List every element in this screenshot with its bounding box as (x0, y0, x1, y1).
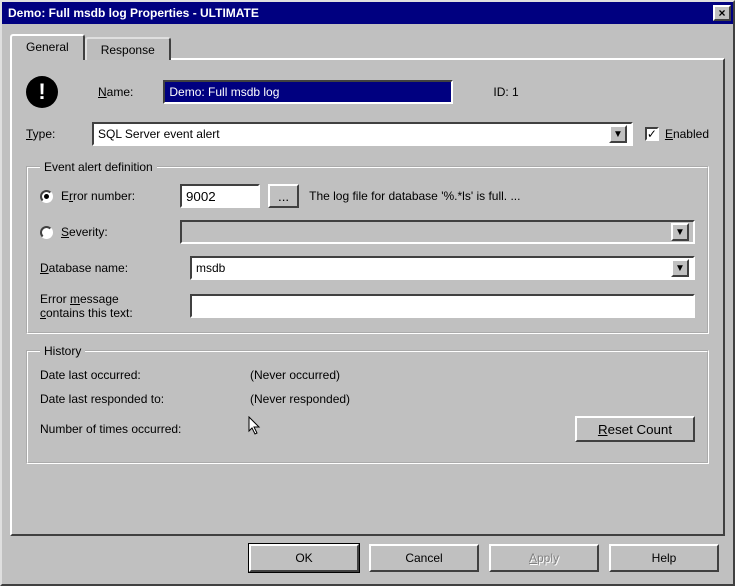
alert-icon: ! (26, 76, 58, 108)
tab-response[interactable]: Response (85, 37, 171, 60)
cancel-button[interactable]: Cancel (369, 544, 479, 572)
database-name-label: Database name: (40, 261, 190, 275)
date-last-occurred-label: Date last occurred: (40, 368, 250, 382)
event-alert-definition-legend: Event alert definition (40, 160, 157, 174)
titlebar: Demo: Full msdb log Properties - ULTIMAT… (2, 2, 733, 24)
date-last-responded-value: (Never responded) (250, 392, 350, 406)
chevron-down-icon[interactable]: ▼ (609, 125, 627, 143)
apply-button: Apply (489, 544, 599, 572)
database-name-combobox[interactable]: msdb ▼ (190, 256, 695, 280)
error-message-contains-input[interactable] (190, 294, 695, 318)
chevron-down-icon: ▼ (671, 223, 689, 241)
severity-radio-row: Severity: (40, 225, 180, 239)
close-button[interactable]: × (713, 5, 731, 21)
cursor-icon (250, 420, 264, 438)
severity-radio[interactable] (40, 226, 53, 239)
database-name-value: msdb (196, 261, 225, 275)
ok-button[interactable]: OK (249, 544, 359, 572)
error-message-contains-label: Error message contains this text: (40, 292, 190, 320)
tabs: General Response (10, 34, 725, 60)
type-value: SQL Server event alert (98, 127, 220, 141)
id-label: ID: 1 (493, 85, 518, 99)
error-number-browse-button[interactable]: ... (268, 184, 299, 208)
window-title: Demo: Full msdb log Properties - ULTIMAT… (8, 6, 713, 20)
help-button[interactable]: Help (609, 544, 719, 572)
severity-label: Severity: (61, 225, 108, 239)
tab-panel-general: ! Name: Demo: Full msdb log ID: 1 Type: … (10, 58, 725, 536)
name-input[interactable]: Demo: Full msdb log (163, 80, 453, 104)
chevron-down-icon[interactable]: ▼ (671, 259, 689, 277)
enabled-checkbox[interactable]: ✓ (645, 127, 659, 141)
date-last-responded-label: Date last responded to: (40, 392, 250, 406)
date-last-occurred-value: (Never occurred) (250, 368, 340, 382)
dialog-button-row: OK Cancel Apply Help (10, 536, 725, 576)
history-legend: History (40, 344, 85, 358)
type-label: Type: (26, 127, 82, 141)
enabled-label: Enabled (665, 127, 709, 141)
number-of-times-occurred-label: Number of times occurred: (40, 422, 250, 436)
error-number-radio-row: Error number: (40, 189, 180, 203)
error-number-input[interactable] (180, 184, 260, 208)
error-number-description: The log file for database '%.*ls' is ful… (309, 189, 695, 203)
type-combobox[interactable]: SQL Server event alert ▼ (92, 122, 633, 146)
history-group: History Date last occurred: (Never occur… (26, 344, 709, 464)
severity-combobox: ▼ (180, 220, 695, 244)
error-number-label: Error number: (61, 189, 135, 203)
name-label: Name: (98, 85, 133, 99)
reset-count-button[interactable]: Reset Count (575, 416, 695, 442)
tab-general[interactable]: General (10, 34, 85, 60)
event-alert-definition-group: Event alert definition Error number: ...… (26, 160, 709, 334)
error-number-radio[interactable] (40, 190, 53, 203)
